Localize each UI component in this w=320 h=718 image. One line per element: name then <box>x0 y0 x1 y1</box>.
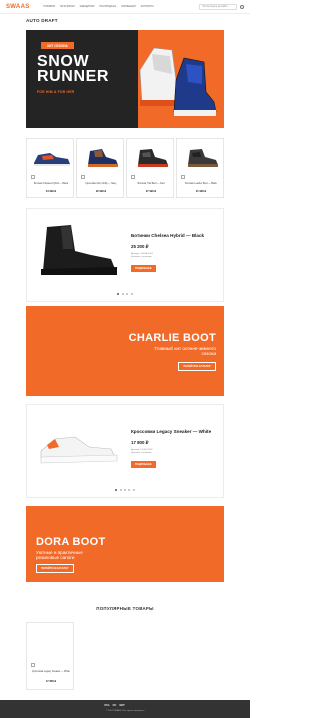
nav-item[interactable]: Контакты <box>141 5 154 8</box>
product-card[interactable]: Ботинки Chelsea Hybrid — Black 24 990 ₽ <box>26 138 74 198</box>
product-name[interactable]: Ботинки Chelsea Hybrid — Black <box>131 233 204 238</box>
featured-product-slide: Ботинки Chelsea Hybrid — Black 25 200 ₽ … <box>26 208 224 302</box>
nav-item[interactable]: Распродажа <box>99 5 116 8</box>
product-card[interactable]: Кроссовки Run Utility — Navy 22 990 ₽ <box>76 138 124 198</box>
promo-banner-charlie[interactable]: CHARLIE BOOT Главный хит осенне-зимнего … <box>26 306 224 396</box>
slider-dot[interactable] <box>130 293 133 295</box>
slider-dot[interactable] <box>121 293 124 295</box>
search-input[interactable]: Что вы ищете на сайте... <box>199 3 237 10</box>
payment-methods: VISA MC МИР <box>104 704 125 707</box>
compare-checkbox[interactable] <box>81 175 85 179</box>
product-meta: Артикул: LS-WT-2002 Наличие: в наличии <box>131 449 153 455</box>
product-image <box>88 149 118 167</box>
product-meta: Артикул: CH-HB-1001 Наличие: в наличии <box>131 253 153 259</box>
compare-checkbox[interactable] <box>31 663 35 667</box>
promo-banner-dora[interactable]: DORA BOOT Уютные и практичные резиновые … <box>26 506 224 582</box>
nav-item[interactable]: Новинки <box>44 5 56 8</box>
slider-dot[interactable] <box>119 489 122 491</box>
popular-section-title: ПОПУЛЯРНЫЕ ТОВАРЫ <box>96 606 154 611</box>
product-price: 17 800 ₽ <box>131 440 149 445</box>
copyright-text: © 2024 SWAAS. Все права защищены <box>105 710 145 712</box>
product-price: 24 990 ₽ <box>45 190 57 193</box>
catalog-button[interactable]: ПЕРЕЙТИ В КАТАЛОГ <box>178 362 216 371</box>
slider-dot[interactable] <box>115 489 118 491</box>
site-logo[interactable]: SWAAS <box>6 4 30 10</box>
hero-shoes-image <box>139 47 217 116</box>
details-button[interactable]: ПОДРОБНЕЕ <box>131 461 156 468</box>
hero-subtitle: FOR HIM & FOR HER <box>37 90 75 94</box>
product-price: 21 990 ₽ <box>195 190 207 193</box>
slider-dot[interactable] <box>126 293 129 295</box>
product-card[interactable]: Ботинки Leather Boot — Black 21 990 ₽ <box>176 138 224 198</box>
hero-tag: ХИТ СЕЗОНА <box>41 42 74 49</box>
hero-banner[interactable]: ХИТ СЕЗОНА SNOW RUNNER FOR HIM & FOR HER <box>26 30 224 128</box>
compare-checkbox[interactable] <box>131 175 135 179</box>
slider-dot[interactable] <box>128 489 131 491</box>
search-icon[interactable] <box>240 4 244 9</box>
details-button[interactable]: ПОДРОБНЕЕ <box>131 265 156 272</box>
slider-dots <box>27 293 223 295</box>
compare-checkbox[interactable] <box>181 175 185 179</box>
slider-dots <box>27 489 223 491</box>
promo-title: CHARLIE BOOT <box>128 332 216 344</box>
product-name[interactable]: Ботинки Chelsea Hybrid — Black <box>29 183 73 186</box>
main-nav: Новинки Мужчинам Женщинам Распродажа Кол… <box>44 5 154 8</box>
product-price: 27 990 ₽ <box>145 190 157 193</box>
product-name[interactable]: Кроссовки Legacy Sneaker — White <box>131 429 211 434</box>
product-image <box>41 225 117 275</box>
product-name[interactable]: Ботинки Trail Boot — Red <box>129 183 173 186</box>
nav-item[interactable]: Коллекции <box>121 5 136 8</box>
nav-item[interactable]: Мужчинам <box>60 5 74 8</box>
compare-checkbox[interactable] <box>31 175 35 179</box>
nav-item[interactable]: Женщинам <box>80 5 95 8</box>
promo-title: DORA BOOT <box>36 536 106 548</box>
product-stock: Наличие: в наличии <box>131 452 152 454</box>
product-image <box>40 436 118 464</box>
visa-icon: VISA <box>104 704 110 707</box>
mir-icon: МИР <box>119 704 125 707</box>
site-header: SWAAS Новинки Мужчинам Женщинам Распрода… <box>0 0 250 14</box>
product-card[interactable]: Кроссовки Legacy Sneaker — White 17 800 … <box>26 622 74 690</box>
product-name[interactable]: Ботинки Leather Boot — Black <box>179 183 223 186</box>
product-card[interactable]: Ботинки Trail Boot — Red 27 990 ₽ <box>126 138 174 198</box>
site-footer: VISA MC МИР © 2024 SWAAS. Все права защи… <box>0 700 250 718</box>
slider-dot[interactable] <box>117 293 120 295</box>
product-price: 25 200 ₽ <box>131 244 149 249</box>
product-image <box>188 149 218 167</box>
product-price: 22 990 ₽ <box>95 190 107 193</box>
promo-text: Уютные и практичные резиновые сапоги <box>36 550 83 561</box>
product-carousel: Ботинки Chelsea Hybrid — Black 24 990 ₽ … <box>26 138 224 198</box>
slider-dot[interactable] <box>124 489 126 491</box>
product-price: 17 800 ₽ <box>45 680 57 683</box>
slider-dot[interactable] <box>132 489 135 491</box>
catalog-button[interactable]: ПЕРЕЙТИ В КАТАЛОГ <box>36 564 74 573</box>
product-stock: Наличие: в наличии <box>131 256 152 258</box>
product-name[interactable]: Кроссовки Legacy Sneaker — White <box>29 671 73 674</box>
promo-text: Главный хит осенне-зимнего сезона <box>154 346 216 357</box>
featured-product-slide: Кроссовки Legacy Sneaker — White 17 800 … <box>26 404 224 498</box>
page-title: AUTO DRAFT <box>26 18 58 23</box>
mastercard-icon: MC <box>112 704 117 707</box>
product-name[interactable]: Кроссовки Run Utility — Navy <box>79 183 123 186</box>
product-image <box>34 153 70 166</box>
product-image <box>138 149 168 167</box>
